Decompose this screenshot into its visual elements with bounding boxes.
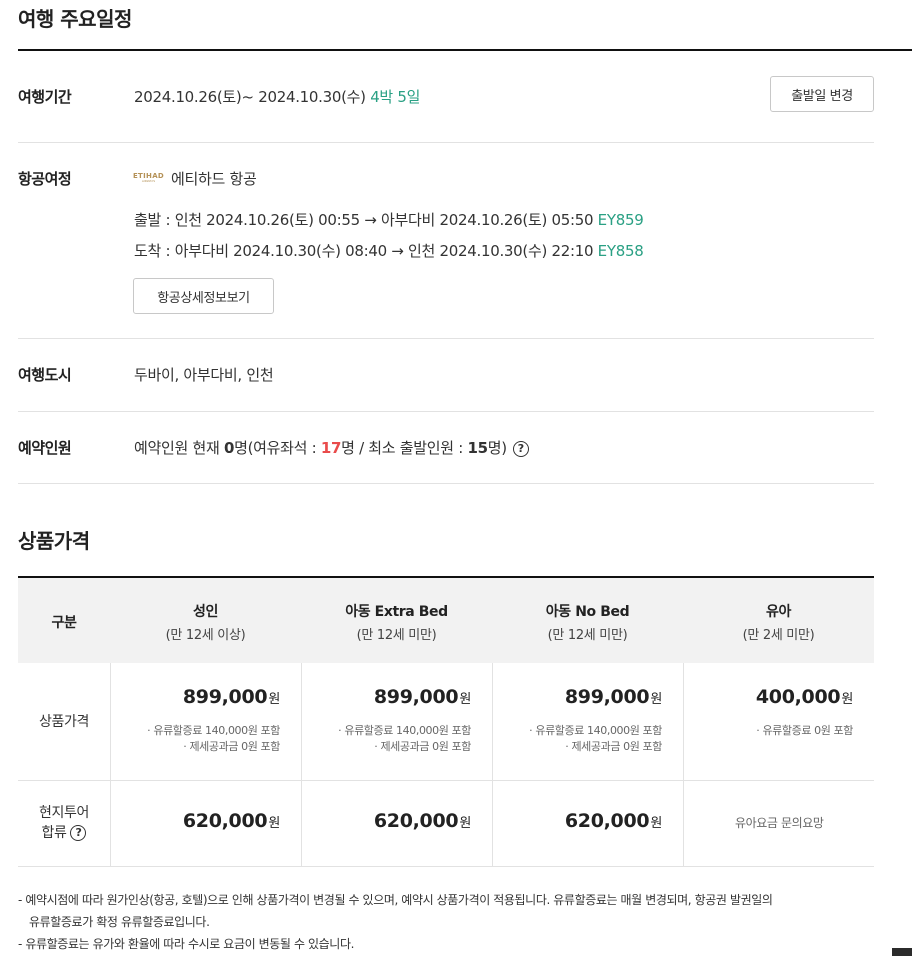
price-unit: 원 (268, 816, 280, 831)
divider (18, 142, 874, 143)
fuel-surcharge-note: · 유류할증료 0원 포함 (756, 724, 853, 737)
price-row-label: 상품가격 (39, 713, 89, 730)
flight-label: 항공여정 (18, 170, 72, 188)
fuel-surcharge-note: · 유류할증료 140,000원 포함 (338, 724, 471, 737)
departure-flight-code: EY859 (597, 211, 644, 229)
tax-note: · 제세공과금 0원 포함 (374, 740, 471, 753)
price-amount: 400,000 (755, 686, 841, 708)
header-main: 아동 Extra Bed (345, 603, 448, 620)
current-count: 0 (223, 439, 235, 457)
period-duration: 4박 5일 (370, 88, 421, 106)
reservation-mid1: 명(여유좌석 : (234, 439, 321, 457)
infant-price: 400,000원 (683, 686, 853, 708)
price-amount: 620,000 (564, 810, 650, 832)
cities-label: 여행도시 (18, 366, 72, 384)
header-sub: (만 12세 미만) (356, 627, 437, 643)
tour-row-label: 현지투어 합류? (18, 780, 110, 866)
adult-price-notes: · 유류할증료 140,000원 포함 · 제세공과금 0원 포함 (110, 723, 280, 755)
price-amount: 620,000 (373, 810, 459, 832)
cities-value: 두바이, 아부다비, 인천 (134, 366, 274, 384)
child-no-bed-notes: · 유류할증료 140,000원 포함 · 제세공과금 0원 포함 (492, 723, 662, 755)
price-unit: 원 (650, 816, 662, 831)
reservation-suffix: 명) (487, 439, 507, 457)
header-infant: 유아 (만 2세 미만) (683, 578, 874, 665)
period-value: 2024.10.26(토)~ 2024.10.30(수) 4박 5일 (134, 86, 420, 107)
itinerary-section-title: 여행 주요일정 (18, 7, 132, 31)
help-icon[interactable]: ? (70, 825, 87, 841)
divider (18, 338, 874, 339)
minimum-count: 15 (467, 439, 488, 457)
child-extra-bed-notes: · 유류할증료 140,000원 포함 · 제세공과금 0원 포함 (301, 723, 471, 755)
header-main: 아동 No Bed (545, 603, 630, 620)
help-icon[interactable]: ? (512, 440, 529, 457)
price-section-title: 상품가격 (18, 529, 90, 553)
adult-price: 899,000원 (110, 686, 280, 708)
departure-text: 출발 : 인천 2024.10.26(토) 00:55 → 아부다비 2024.… (134, 211, 594, 229)
infant-tour-note: 유아요금 문의요망 (735, 816, 824, 830)
header-child-no-bed: 아동 No Bed (만 12세 미만) (492, 578, 683, 665)
header-category-label: 구분 (51, 614, 77, 631)
child-extra-bed-tour-price: 620,000원 (301, 810, 471, 832)
tax-note: · 제세공과금 0원 포함 (565, 740, 662, 753)
price-amount: 899,000 (182, 686, 268, 708)
divider (18, 483, 874, 484)
departure-flight: 출발 : 인천 2024.10.26(토) 00:55 → 아부다비 2024.… (134, 209, 644, 230)
price-amount: 899,000 (373, 686, 459, 708)
header-sub: (만 12세 미만) (547, 627, 628, 643)
footnote-line2: 유류할증료가 확정 유류할증료입니다. (29, 915, 210, 929)
scrollbar-corner (892, 948, 912, 956)
infant-price-notes: · 유류할증료 0원 포함 (683, 723, 853, 739)
table-header: 구분 성인 (만 12세 이상) 아동 Extra Bed (만 12세 미만)… (18, 576, 874, 663)
price-unit: 원 (650, 692, 662, 707)
child-extra-bed-price: 899,000원 (301, 686, 471, 708)
reservation-mid2: 명 / 최소 출발인원 : (341, 439, 468, 457)
logo-subtext: AIRWAYS (141, 178, 156, 183)
flight-detail-button[interactable]: 항공상세정보보기 (133, 278, 274, 314)
price-unit: 원 (268, 692, 280, 707)
arrival-text: 도착 : 아부다비 2024.10.30(수) 08:40 → 인천 2024.… (134, 242, 594, 260)
tour-label-line1: 현지투어 (39, 805, 89, 821)
header-sub: (만 12세 이상) (165, 627, 246, 643)
header-child-extra-bed: 아동 Extra Bed (만 12세 미만) (301, 578, 492, 665)
arrival-flight-code: EY858 (597, 242, 644, 260)
price-amount: 620,000 (182, 810, 268, 832)
reservation-value: 예약인원 현재 0명(여유좌석 : 17명 / 최소 출발인원 : 15명)? (134, 437, 529, 458)
header-category: 구분 (18, 578, 110, 665)
tour-label-line2: 합류? (42, 823, 87, 843)
footnote-line3: - 유류할증료는 유가와 환율에 따라 수시로 요금이 변동될 수 있습니다. (18, 937, 354, 951)
change-departure-button[interactable]: 출발일 변경 (770, 76, 874, 112)
tax-note: · 제세공과금 0원 포함 (183, 740, 280, 753)
header-main: 유아 (766, 603, 791, 620)
available-seats: 17 (320, 439, 342, 457)
header-sub: (만 2세 미만) (742, 627, 815, 643)
adult-tour-price: 620,000원 (110, 810, 280, 832)
grid-line (18, 780, 874, 781)
period-dates: 2024.10.26(토)~ 2024.10.30(수) (134, 88, 366, 106)
header-adult: 성인 (만 12세 이상) (110, 578, 301, 665)
reservation-prefix: 예약인원 현재 (134, 439, 224, 457)
price-unit: 원 (459, 692, 471, 707)
footnote-line1: - 예약시점에 따라 원가인상(항공, 호텔)으로 인해 상품가격이 변경될 수… (18, 893, 773, 907)
price-amount: 899,000 (564, 686, 650, 708)
fuel-surcharge-note: · 유류할증료 140,000원 포함 (147, 724, 280, 737)
child-no-bed-tour-price: 620,000원 (492, 810, 662, 832)
grid-line (18, 866, 874, 867)
arrival-flight: 도착 : 아부다비 2024.10.30(수) 08:40 → 인천 2024.… (134, 240, 644, 261)
divider (18, 411, 874, 412)
etihad-logo: ETIHAD AIRWAYS (133, 171, 164, 184)
price-unit: 원 (841, 692, 853, 707)
header-main: 성인 (193, 603, 218, 620)
reservation-label: 예약인원 (18, 439, 72, 457)
period-label: 여행기간 (18, 88, 72, 106)
itinerary-top-rule (18, 49, 912, 51)
child-no-bed-price: 899,000원 (492, 686, 662, 708)
price-unit: 원 (459, 816, 471, 831)
tour-label-text: 합류 (41, 825, 67, 841)
fuel-surcharge-note: · 유류할증료 140,000원 포함 (529, 724, 662, 737)
airline-name: 에티하드 항공 (171, 170, 257, 188)
